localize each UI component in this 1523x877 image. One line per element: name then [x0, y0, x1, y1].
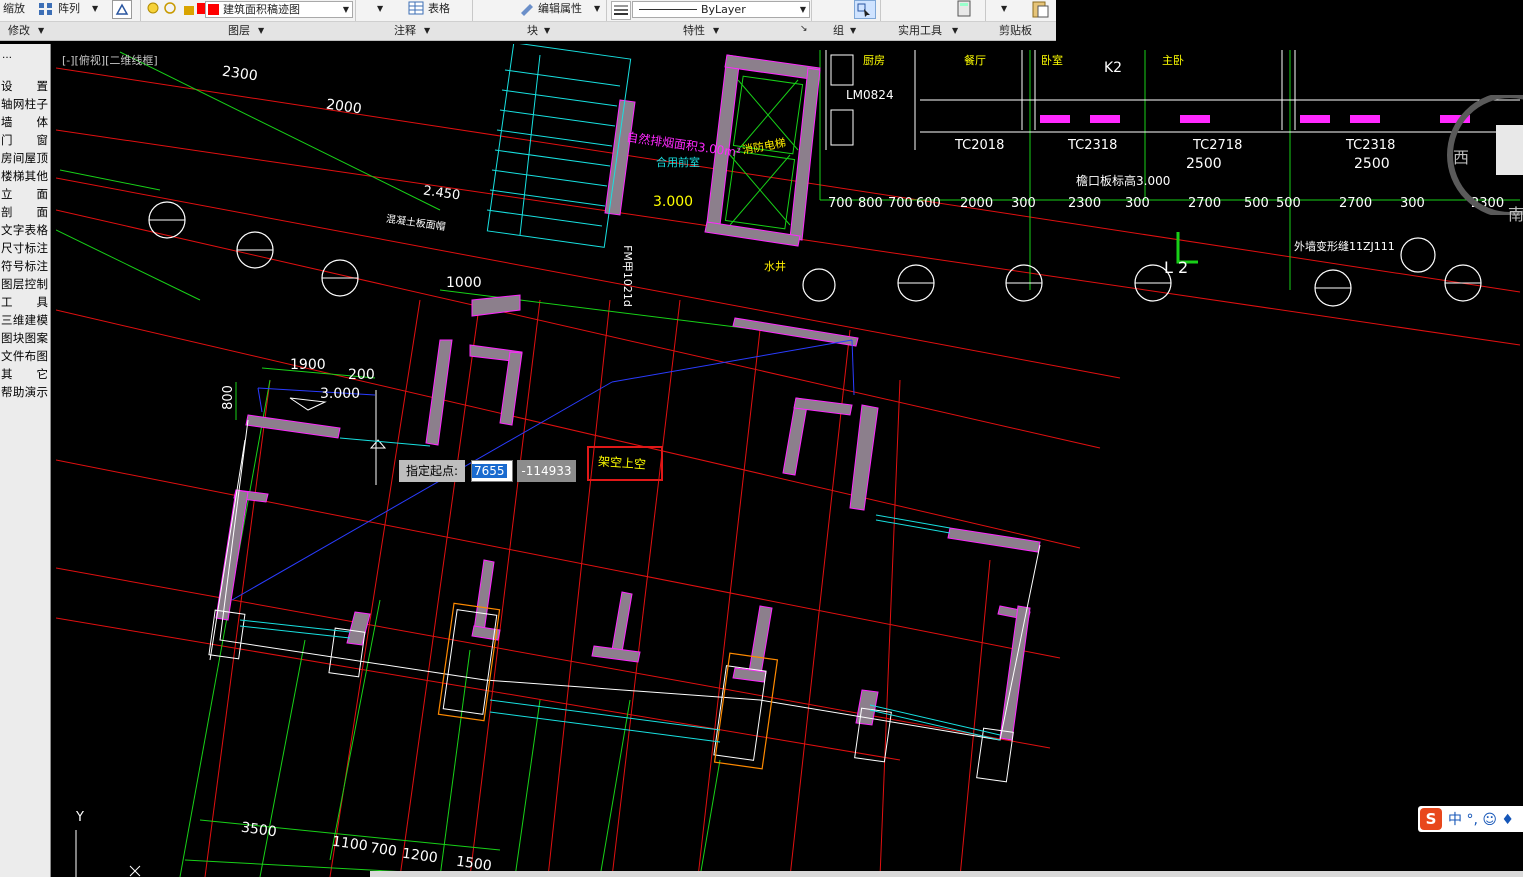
tool-menu-stair-other[interactable]: 楼梯其他 — [0, 167, 50, 185]
calculator-icon[interactable] — [956, 0, 972, 17]
tool-menu-wall[interactable]: 墙 体 — [0, 113, 50, 131]
edit-attribute-icon — [518, 1, 536, 18]
ribbon-row1: 缩放 阵列 ▼ 建筑面积稿迹图 ▼ ▼ 表格 编辑属性 ▼ ByLayer ▼ … — [0, 0, 1056, 40]
annotation-dropdown-icon[interactable]: ▼ — [377, 0, 383, 17]
dynamic-input-x-field[interactable]: 7655 — [471, 460, 513, 482]
dim: 3500 — [240, 819, 278, 841]
chevron-down-icon: ▼ — [342, 5, 349, 14]
layer-color-swatch — [208, 4, 219, 15]
tool-menu-tools[interactable]: 工 具 — [0, 293, 50, 311]
panel-title-properties[interactable]: 特性 — [683, 22, 705, 39]
drawing-canvas[interactable]: 合用前室 消防电梯 自然排烟面积3.00m² 3.000 2.450 FM甲10… — [56, 44, 1523, 877]
table-icon — [408, 1, 424, 18]
chevron-down-icon[interactable]: ▼ — [850, 22, 856, 39]
properties-launcher-icon[interactable]: ↘ — [800, 21, 808, 38]
group-select-icon[interactable] — [854, 0, 876, 19]
tool-menu-file-layout[interactable]: 文件布图 — [0, 347, 50, 365]
tool-menu-help[interactable]: 帮助演示 — [0, 383, 50, 401]
dim: 1200 — [401, 845, 439, 867]
tool-menu-section[interactable]: 剖 面 — [0, 203, 50, 221]
layer-dropdown[interactable]: 建筑面积稿迹图 ▼ — [205, 1, 353, 18]
chevron-down-icon[interactable]: ▼ — [258, 22, 264, 39]
ribbon-panel-titles: 修改 ▼ 图层 ▼ 注释 ▼ 块 ▼ 特性 ▼ ↘ 组 ▼ 实用工具 ▼ 剪贴板 — [0, 21, 1056, 40]
viewcube-compass[interactable]: 西 南 — [1440, 92, 1523, 224]
linetype-sample — [639, 9, 697, 10]
edit-attribute-dropdown-icon[interactable]: ▼ — [594, 0, 600, 17]
chevron-down-icon[interactable]: ▼ — [713, 22, 719, 39]
array-dropdown-icon[interactable]: ▼ — [92, 0, 98, 17]
ime-toolbar[interactable]: S 中 °, ☺ ♦ — [1418, 806, 1523, 832]
chevron-down-icon[interactable]: ▼ — [544, 22, 550, 39]
panel-title-annotation[interactable]: 注释 — [394, 22, 416, 39]
tool-menu-elevation[interactable]: 立 面 — [0, 185, 50, 203]
ribbon-tail-area — [1056, 0, 1523, 44]
table-button[interactable]: 表格 — [428, 0, 450, 17]
panel-title-block[interactable]: 块 — [527, 22, 538, 39]
chevron-down-icon[interactable]: ▼ — [952, 22, 958, 39]
dim: 700 — [369, 840, 398, 860]
tool-menu-dimension[interactable]: 尺寸标注 — [0, 239, 50, 257]
tool-menu-room-roof[interactable]: 房间屋顶 — [0, 149, 50, 167]
layer-state-icons[interactable] — [146, 0, 206, 17]
layer-name: 建筑面积稿迹图 — [223, 3, 300, 16]
tool-menu-3d-model[interactable]: 三维建模 — [0, 311, 50, 329]
tool-menu-axis-column[interactable]: 轴网柱子 — [0, 95, 50, 113]
tool-menu-other[interactable]: 其 它 — [0, 365, 50, 383]
tool-menu-door-window[interactable]: 门 窗 — [0, 131, 50, 149]
dynamic-input-y-field[interactable]: -114933 — [517, 460, 576, 482]
x-value: 7655 — [472, 464, 507, 478]
status-bar — [370, 871, 1523, 877]
chevron-down-icon: ▼ — [799, 5, 806, 14]
annotation-text[interactable]: 架空上空 — [597, 452, 647, 472]
panel-title-utilities[interactable]: 实用工具 — [898, 22, 942, 39]
linetype-value: ByLayer — [701, 3, 746, 16]
array-icon — [38, 1, 54, 18]
bottom-dimension-row: 3500 1100 700 1200 1500 — [56, 44, 1523, 877]
match-properties-icon[interactable] — [112, 0, 132, 19]
chevron-down-icon[interactable]: ▼ — [424, 22, 430, 39]
chevron-down-icon[interactable]: ▼ — [38, 22, 44, 39]
panel-title-layer[interactable]: 图层 — [228, 22, 250, 39]
compass-south-label: 南 — [1508, 205, 1523, 224]
tool-menu-symbol[interactable]: 符号标注 — [0, 257, 50, 275]
tool-menu-text-table[interactable]: 文字表格 — [0, 221, 50, 239]
edit-attribute-button[interactable]: 编辑属性 — [538, 0, 582, 17]
dim: 1100 — [331, 833, 369, 855]
scale-button[interactable]: 缩放 — [3, 0, 25, 17]
sogou-logo-icon: S — [1420, 808, 1442, 830]
ribbon: 缩放 阵列 ▼ 建筑面积稿迹图 ▼ ▼ 表格 编辑属性 ▼ ByLayer ▼ … — [0, 0, 1056, 41]
lineweight-icon[interactable] — [611, 1, 631, 20]
tool-menu-layer-control[interactable]: 图层控制 — [0, 275, 50, 293]
tool-menu-settings[interactable]: 设 置 — [0, 77, 50, 95]
panel-title-group[interactable]: 组 — [833, 22, 844, 39]
compass-west-label: 西 — [1453, 148, 1470, 167]
ime-status-text: 中 °, ☺ ♦ — [1448, 812, 1514, 828]
clipboard-dropdown-icon[interactable]: ▼ — [1001, 0, 1007, 17]
dynamic-input-prompt: 指定起点: — [399, 460, 465, 482]
panel-title-clipboard[interactable]: 剪贴板 — [999, 22, 1032, 39]
viewport-controls[interactable]: [-][俯视][二维线框] — [62, 52, 158, 68]
paste-icon[interactable] — [1030, 0, 1050, 18]
array-button[interactable]: 阵列 — [58, 0, 80, 17]
linetype-dropdown[interactable]: ByLayer ▼ — [632, 1, 810, 18]
highlight-box: 架空上空 — [587, 446, 663, 481]
tool-menu-block-pattern[interactable]: 图块图案 — [0, 329, 50, 347]
panel-title-modify[interactable]: 修改 — [8, 22, 30, 39]
panel-menu-icon[interactable]: … — [2, 50, 12, 61]
